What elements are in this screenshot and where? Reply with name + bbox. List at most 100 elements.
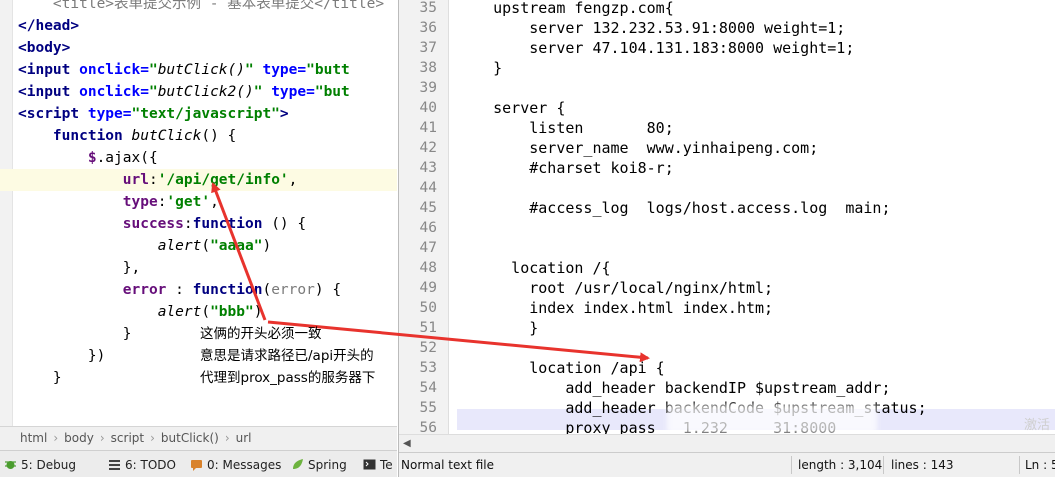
annotation-line: 代理到prox_pass的服务器下 — [200, 370, 376, 386]
code-token: > — [279, 106, 289, 122]
line-number: 45 — [419, 200, 437, 216]
code-line: <body> — [18, 37, 70, 59]
status-bar: Normal text file length : 3,104 lines : … — [399, 452, 1055, 477]
code-token: "butt — [306, 62, 350, 78]
line-number: 51 — [419, 320, 437, 336]
code-line: }, — [18, 257, 140, 279]
watermark: 激活 — [1024, 418, 1051, 433]
status-divider — [791, 456, 792, 474]
terminal-icon — [363, 458, 376, 471]
line-number: 47 — [419, 240, 437, 256]
code-token: " — [253, 84, 272, 100]
line-number: 55 — [419, 400, 437, 416]
code-line: server_name www.yinhaipeng.com; — [457, 139, 819, 157]
line-number: 48 — [419, 260, 437, 276]
code-line: <title>表单提交示例 - 基本表单提交</title> — [18, 0, 384, 15]
code-token: () { — [201, 128, 237, 144]
code-line: <input onclick="butClick2()" type="but — [18, 81, 350, 103]
line-number: 37 — [419, 40, 437, 56]
breadcrumb-item[interactable]: body — [64, 431, 94, 445]
line-number: 35 — [419, 0, 437, 16]
breadcrumb-item[interactable]: butClick() — [161, 431, 219, 445]
code-token: <body> — [18, 40, 71, 56]
code-token: , — [288, 172, 298, 188]
line-number: 39 — [419, 80, 437, 96]
code-line: } — [457, 319, 539, 337]
code-token: type= — [271, 84, 315, 100]
code-token: <input — [18, 84, 80, 100]
code-line: alert("aaaa") — [18, 235, 272, 257]
code-line: upstream fengzp.com{ — [457, 0, 674, 17]
code-line: $.ajax({ — [18, 147, 158, 169]
code-token: "bbb" — [210, 304, 254, 320]
messages-icon — [190, 458, 203, 471]
code-line: } — [457, 59, 503, 77]
todo-icon — [108, 458, 121, 471]
code-token: " — [148, 84, 158, 100]
code-token: onclick= — [79, 62, 149, 78]
tool-window-bar: 5: Debug 6: TODO 0: Messages Spring Te — [0, 450, 397, 477]
todo-label: 6: TODO — [125, 458, 176, 472]
line-number: 36 — [419, 20, 437, 36]
code-token: () { — [271, 216, 307, 232]
line-number: 54 — [419, 380, 437, 396]
debug-tool-button[interactable]: 5: Debug — [4, 456, 76, 474]
code-line: index index.html index.htm; — [457, 299, 774, 317]
annotation-line: 意思是请求路径已/api开头的 — [200, 348, 374, 364]
terminal-tool-button[interactable]: Te — [363, 456, 393, 474]
code-token: type= — [262, 62, 307, 78]
code-line: }) — [18, 345, 105, 367]
code-line: } — [18, 367, 62, 389]
code-token: , — [210, 194, 219, 210]
horizontal-scrollbar[interactable]: ◀ — [399, 434, 1055, 452]
terminal-label: Te — [380, 458, 393, 472]
code-line: server 47.104.131.183:8000 weight=1; — [457, 39, 855, 57]
code-token: error — [122, 282, 176, 298]
code-line: success:function () { — [18, 213, 306, 235]
code-line: type:'get', — [18, 191, 219, 213]
redaction-blur — [667, 404, 877, 434]
code-token: function — [192, 282, 263, 298]
code-token: butClick() — [157, 62, 245, 78]
line-number: 52 — [419, 340, 437, 356]
breadcrumb-separator: › — [99, 431, 105, 445]
left-gutter — [0, 0, 13, 426]
line-number: 44 — [419, 180, 437, 196]
spring-label: Spring — [308, 458, 347, 472]
breadcrumb-item[interactable]: url — [236, 431, 252, 445]
code-token: : — [148, 172, 158, 188]
status-position: Ln : 56 — [1025, 458, 1055, 472]
code-line: function butClick() { — [18, 125, 236, 147]
code-line: </head> — [18, 15, 79, 37]
spring-tool-button[interactable]: Spring — [291, 456, 347, 474]
breadcrumb-separator: › — [150, 431, 155, 445]
bug-icon — [4, 458, 17, 471]
code-token: '/api/get/info' — [157, 172, 289, 188]
code-token: : — [175, 282, 193, 298]
code-token: "aaaa" — [210, 238, 263, 254]
code-token: ) — [262, 238, 272, 254]
code-line: server 132.232.53.91:8000 weight=1; — [457, 19, 846, 37]
breadcrumb-item[interactable]: html — [20, 431, 47, 445]
breadcrumb-item[interactable]: script — [111, 431, 144, 445]
code-token: <script — [18, 106, 88, 122]
code-token: butClick — [131, 128, 202, 144]
code-token: alert — [157, 238, 202, 254]
code-token: success — [122, 216, 184, 232]
messages-tool-button[interactable]: 0: Messages — [190, 456, 281, 474]
todo-tool-button[interactable]: 6: TODO — [108, 456, 176, 474]
code-line: add_header backendIP $upstream_addr; — [457, 379, 891, 397]
code-token: } — [18, 370, 62, 386]
code-token: "but — [314, 84, 350, 100]
status-divider — [1019, 456, 1020, 474]
code-token: .ajax({ — [96, 150, 158, 166]
scroll-left-icon[interactable]: ◀ — [403, 438, 411, 449]
line-number: 43 — [419, 160, 437, 176]
status-divider — [883, 456, 884, 474]
status-mode: Normal text file — [401, 458, 495, 472]
